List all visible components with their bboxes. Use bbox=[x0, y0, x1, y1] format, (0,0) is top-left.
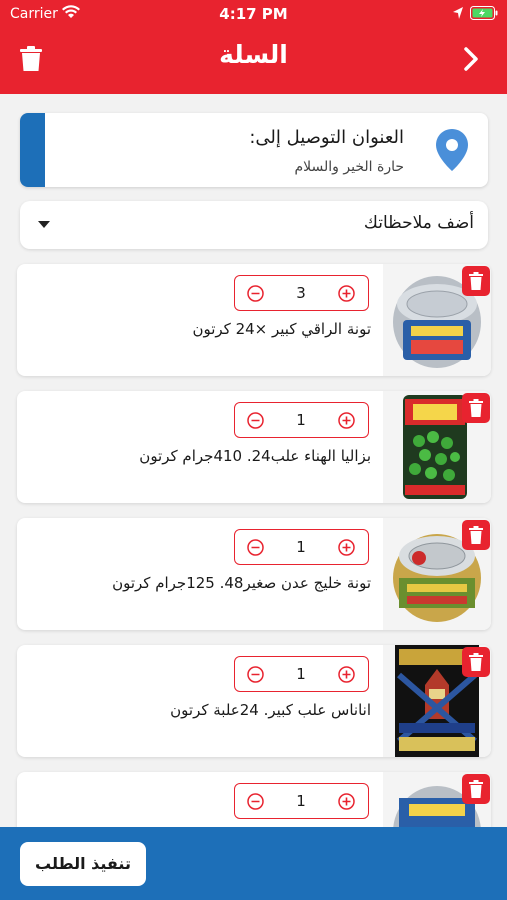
item-name: تونة الراقي كبير ×24 كرتون bbox=[192, 320, 371, 338]
plus-circle-icon[interactable] bbox=[338, 285, 355, 302]
delete-item-button[interactable] bbox=[462, 774, 490, 804]
trash-icon bbox=[469, 653, 483, 671]
quantity-value: 1 bbox=[296, 792, 306, 810]
item-name: اناناس علب كبير. 24علبة كرتون bbox=[170, 701, 371, 719]
cart-items-list: 3 تونة الراقي كبير ×24 كرتون 1 بزاليا ال… bbox=[0, 0, 507, 900]
delete-item-button[interactable] bbox=[462, 393, 490, 423]
cart-item: 1 بزاليا الهناء علب24. 410جرام كرتون bbox=[17, 391, 491, 503]
quantity-value: 1 bbox=[296, 538, 306, 556]
quantity-value: 1 bbox=[296, 665, 306, 683]
quantity-stepper: 1 bbox=[234, 529, 369, 565]
minus-circle-icon[interactable] bbox=[247, 539, 264, 556]
trash-icon bbox=[469, 526, 483, 544]
plus-circle-icon[interactable] bbox=[338, 666, 355, 683]
quantity-stepper: 3 bbox=[234, 275, 369, 311]
quantity-stepper: 1 bbox=[234, 783, 369, 819]
minus-circle-icon[interactable] bbox=[247, 285, 264, 302]
item-name: بزاليا الهناء علب24. 410جرام كرتون bbox=[139, 447, 371, 465]
trash-icon bbox=[469, 272, 483, 290]
cart-item: 3 تونة الراقي كبير ×24 كرتون bbox=[17, 264, 491, 376]
cart-item: 1 اناناس علب كبير. 24علبة كرتون bbox=[17, 645, 491, 757]
trash-icon bbox=[469, 780, 483, 798]
plus-circle-icon[interactable] bbox=[338, 793, 355, 810]
item-name: تونة خليج عدن صغير48. 125جرام كرتون bbox=[112, 574, 371, 592]
minus-circle-icon[interactable] bbox=[247, 666, 264, 683]
delete-item-button[interactable] bbox=[462, 266, 490, 296]
delete-item-button[interactable] bbox=[462, 647, 490, 677]
plus-circle-icon[interactable] bbox=[338, 539, 355, 556]
minus-circle-icon[interactable] bbox=[247, 793, 264, 810]
plus-circle-icon[interactable] bbox=[338, 412, 355, 429]
delete-item-button[interactable] bbox=[462, 520, 490, 550]
place-order-button[interactable]: تنفيذ الطلب bbox=[20, 842, 146, 886]
quantity-stepper: 1 bbox=[234, 402, 369, 438]
trash-icon bbox=[469, 399, 483, 417]
quantity-value: 3 bbox=[296, 284, 306, 302]
minus-circle-icon[interactable] bbox=[247, 412, 264, 429]
quantity-value: 1 bbox=[296, 411, 306, 429]
checkout-bar: تنفيذ الطلب bbox=[0, 827, 507, 900]
quantity-stepper: 1 bbox=[234, 656, 369, 692]
cart-item: 1 تونة خليج عدن صغير48. 125جرام كرتون bbox=[17, 518, 491, 630]
